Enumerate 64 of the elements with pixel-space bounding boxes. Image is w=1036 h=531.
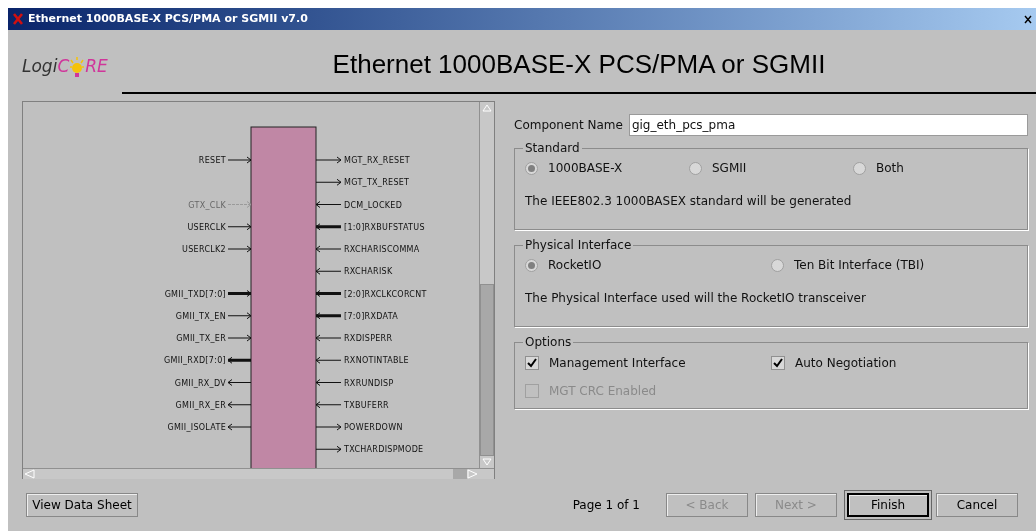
pin-label: USERCLK2: [182, 245, 226, 254]
up-arrow-icon[interactable]: [482, 104, 492, 112]
down-arrow-icon[interactable]: [482, 458, 492, 466]
view-data-sheet-button[interactable]: View Data Sheet: [26, 493, 138, 517]
pin-label: RXDISPERR: [344, 334, 393, 343]
component-name-field[interactable]: gig_eth_pcs_pma: [628, 114, 1028, 136]
description-text: The Physical Interface used will the RocketIO transceiver: [525, 290, 867, 307]
checkbox-option[interactable]: Auto Negotiation: [771, 354, 1017, 372]
close-icon[interactable]: [1024, 14, 1032, 24]
field-label: Component Name: [514, 117, 623, 134]
radio-button[interactable]: [525, 161, 538, 175]
pin-label: DCM_LOCKED: [344, 200, 403, 210]
wizard-button[interactable]: Cancel: [936, 493, 1018, 517]
radio-button[interactable]: [689, 161, 702, 175]
page-heading: Ethernet 1000BASE-X PCS/PMA or SGMII: [332, 48, 826, 80]
pin-label: RXNOTINTABLE: [344, 356, 409, 366]
pin-label: MGT_RX_RESET: [344, 156, 410, 165]
pin-label: GMII_TX_EN: [175, 311, 226, 321]
pin-label: TXCHARDISPMODE: [344, 445, 424, 455]
group-title: Standard: [524, 140, 581, 157]
radio-option[interactable]: RocketIO: [525, 256, 771, 274]
scroll-thumb[interactable]: [453, 469, 467, 479]
pin-label: RXRUNDISP: [344, 378, 394, 388]
pin-label: USERCLK: [187, 222, 226, 232]
radio-button[interactable]: [525, 258, 538, 272]
pin-label: [7:0]RXDATA: [344, 311, 399, 321]
pin-label: RESET: [198, 156, 226, 165]
checkbox-option[interactable]: Management Interface: [525, 354, 771, 372]
radio-option[interactable]: SGMII: [689, 159, 853, 177]
pin-label: GMII_RX_DV: [174, 378, 226, 388]
horizontal-scrollbar[interactable]: [23, 468, 494, 479]
pin-label: GMII_TX_ER: [176, 334, 226, 343]
checkbox[interactable]: [771, 356, 785, 370]
bulb-icon: [69, 55, 86, 80]
radio-option[interactable]: Both: [853, 159, 1017, 177]
radio-button[interactable]: [771, 258, 784, 272]
pin-label: RXCHARISK: [344, 267, 393, 277]
logo: LogiC RE: [22, 54, 122, 80]
checkbox[interactable]: [525, 356, 539, 370]
pin-label: [2:0]RXCLKCORCNT: [344, 289, 427, 299]
pin-label: GMII_ISOLATE: [167, 423, 226, 432]
left-arrow-icon[interactable]: [23, 469, 35, 479]
window-title: Ethernet 1000BASE-X PCS/PMA or SGMII v7.0: [28, 10, 308, 27]
radio-option[interactable]: 1000BASE-X: [525, 159, 689, 177]
pin-label: RXCHARISCOMMA: [344, 245, 420, 254]
pin-label: GMII_TXD[7:0]: [164, 289, 226, 299]
wizard-button[interactable]: Finish: [847, 493, 929, 517]
pin-label: GMII_RX_ER: [175, 400, 226, 410]
pin-label: GTX_CLK: [188, 200, 226, 210]
pin-label: POWERDOWN: [344, 423, 403, 432]
page-indicator: Page 1 of 1: [572, 497, 640, 514]
radio-button[interactable]: [853, 161, 866, 175]
group-title: Options: [524, 334, 573, 351]
x-icon: [12, 13, 24, 25]
group-title: Physical Interface: [524, 237, 633, 254]
scroll-thumb[interactable]: [480, 284, 494, 456]
right-arrow-icon[interactable]: [467, 469, 479, 479]
pin-label: TXBUFERR: [344, 400, 389, 410]
vertical-scrollbar[interactable]: [479, 102, 494, 468]
description-text: The IEEE802.3 1000BASEX standard will be generated: [525, 193, 853, 210]
pin-label: GMII_RXD[7:0]: [163, 356, 226, 366]
pin-label: MGT_TX_RESET: [344, 178, 410, 188]
radio-option[interactable]: Ten Bit Interface (TBI): [771, 256, 1017, 274]
pin-label: [1:0]RXBUFSTATUS: [344, 222, 425, 232]
